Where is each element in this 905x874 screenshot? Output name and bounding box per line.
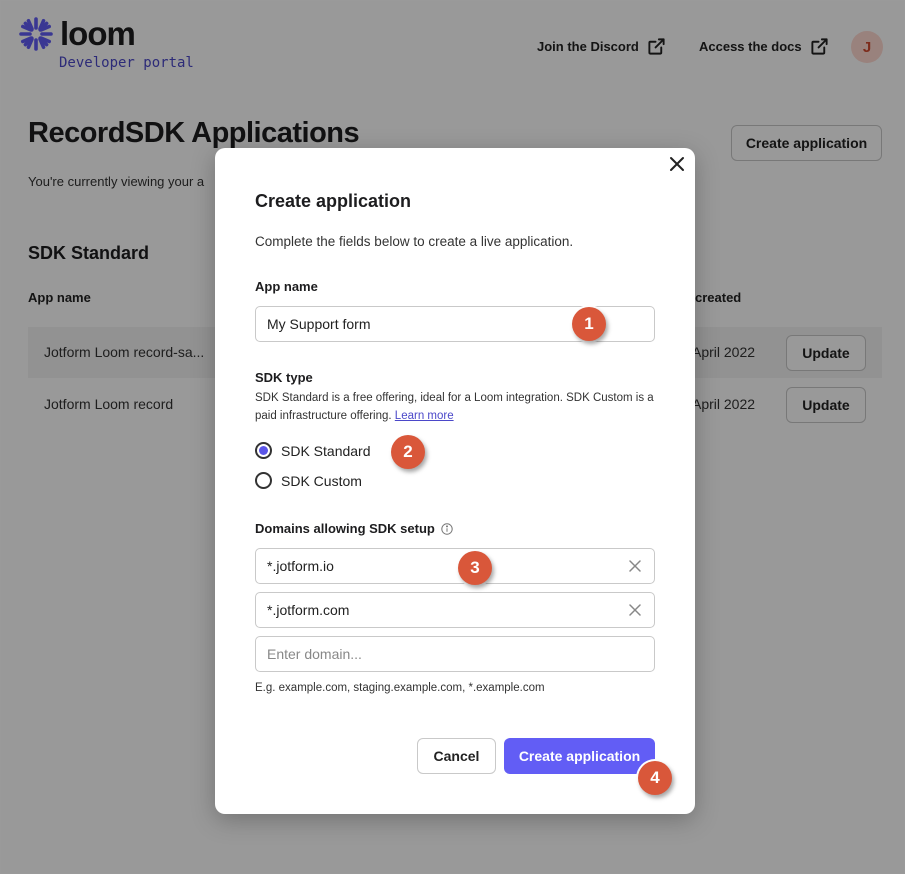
close-icon[interactable] — [667, 154, 687, 174]
radio-button-selected[interactable] — [255, 442, 272, 459]
app-name-value: My Support form — [267, 316, 371, 332]
radio-button[interactable] — [255, 472, 272, 489]
domain-value: *.jotform.io — [267, 558, 334, 574]
sdk-type-label: SDK type — [255, 370, 313, 385]
step-badge-4: 4 — [638, 761, 672, 795]
domain-placeholder: Enter domain... — [267, 646, 362, 662]
learn-more-link[interactable]: Learn more — [395, 410, 454, 422]
domains-label: Domains allowing SDK setup — [255, 521, 453, 536]
sdk-type-description-text: SDK Standard is a free offering, ideal f… — [255, 392, 654, 422]
clear-icon[interactable] — [628, 559, 642, 573]
domain-value: *.jotform.com — [267, 602, 350, 618]
domain-hint: E.g. example.com, staging.example.com, *… — [255, 682, 545, 694]
sdk-custom-option[interactable]: SDK Custom — [255, 472, 362, 489]
step-badge-1: 1 — [572, 307, 606, 341]
domain-input[interactable]: *.jotform.com — [255, 592, 655, 628]
domains-label-text: Domains allowing SDK setup — [255, 521, 435, 536]
new-domain-input[interactable]: Enter domain... — [255, 636, 655, 672]
step-badge-2: 2 — [391, 435, 425, 469]
info-icon[interactable] — [441, 522, 453, 535]
domain-input[interactable]: *.jotform.io — [255, 548, 655, 584]
sdk-standard-option[interactable]: SDK Standard — [255, 442, 371, 459]
app-name-label: App name — [255, 279, 318, 294]
sdk-custom-label: SDK Custom — [281, 472, 362, 489]
cancel-button[interactable]: Cancel — [417, 738, 496, 774]
sdk-type-description: SDK Standard is a free offering, ideal f… — [255, 389, 660, 425]
dialog-description: Complete the fields below to create a li… — [255, 234, 574, 249]
create-application-button[interactable]: Create application — [504, 738, 655, 774]
create-application-dialog: Create application Complete the fields b… — [215, 148, 695, 814]
step-badge-3: 3 — [458, 551, 492, 585]
app-window: loom Developer portal Join the Discord A… — [0, 0, 905, 874]
clear-icon[interactable] — [628, 603, 642, 617]
sdk-standard-label: SDK Standard — [281, 442, 371, 459]
dialog-title: Create application — [255, 191, 412, 211]
